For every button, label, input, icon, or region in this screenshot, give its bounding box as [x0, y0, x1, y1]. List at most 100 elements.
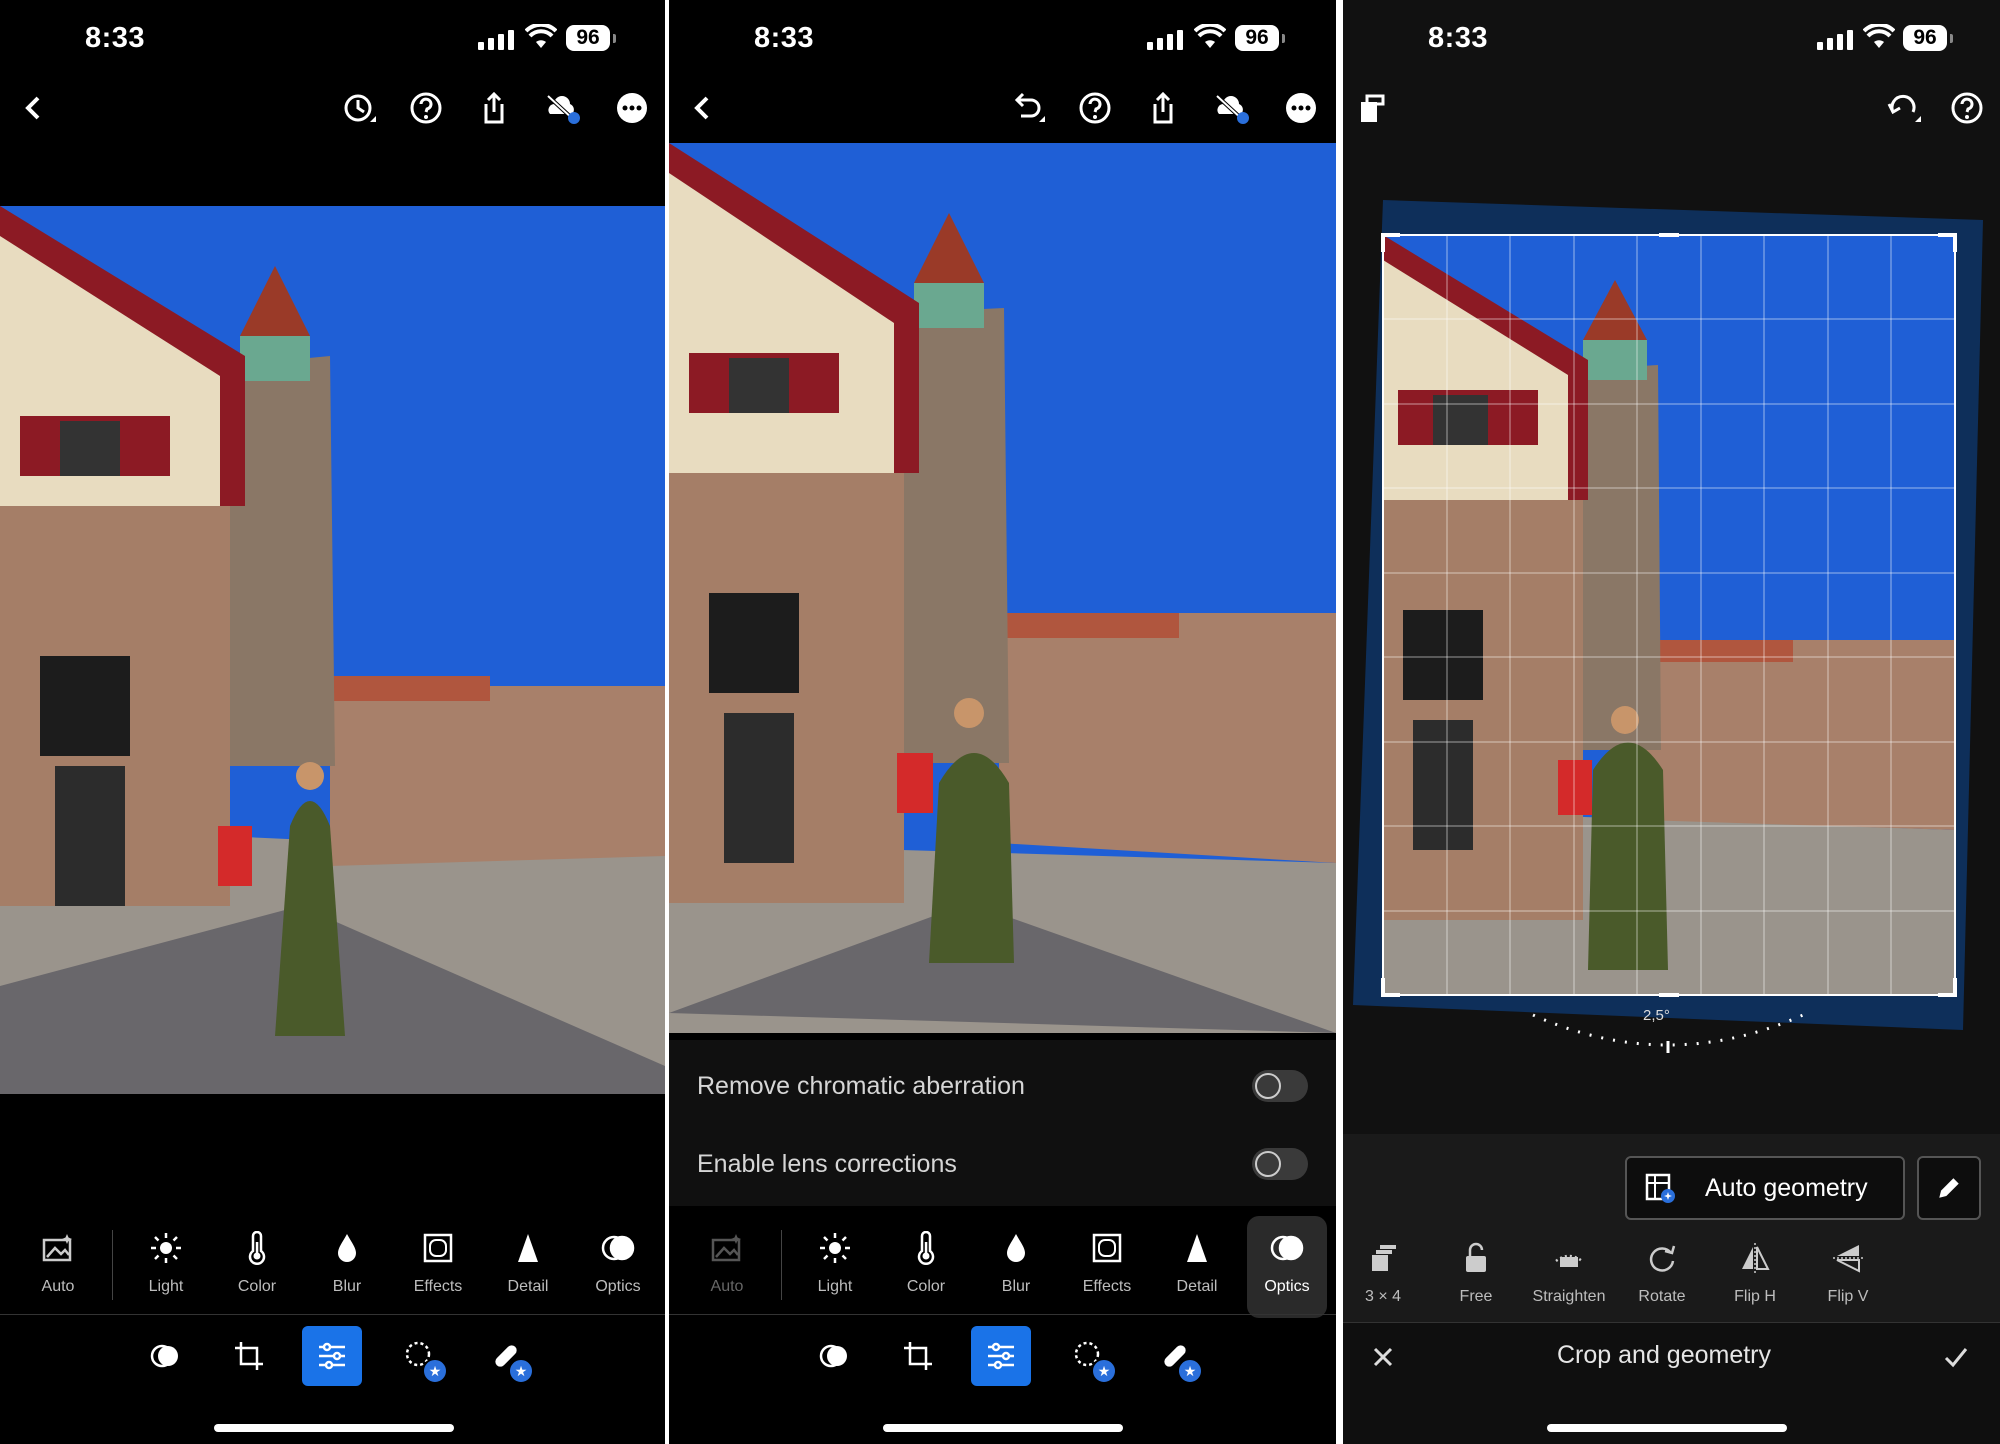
help-icon	[1951, 92, 1983, 124]
aspect-icon	[1372, 1245, 1396, 1271]
healing-button[interactable]: ★	[476, 1326, 536, 1386]
tool-effects-label: Effects	[413, 1278, 463, 1295]
status-bar: 8:33 96	[669, 0, 1336, 80]
reset-button[interactable]	[1883, 88, 1923, 128]
tool-auto[interactable]: Auto	[18, 1226, 98, 1296]
cloud-sync-button[interactable]	[542, 88, 582, 128]
adjust-tools-row: Auto Light Color Blur Effects Detail Opt…	[669, 1216, 1336, 1318]
tool-color[interactable]: Color	[217, 1226, 297, 1296]
tool-flip-h-label: Flip H	[1734, 1288, 1776, 1305]
vignette-icon	[423, 1233, 453, 1263]
wifi-icon	[1863, 24, 1895, 48]
adjust-button[interactable]	[302, 1326, 362, 1386]
tool-light[interactable]: Light	[795, 1226, 875, 1296]
presets-button[interactable]	[135, 1326, 195, 1386]
help-icon	[1079, 92, 1111, 124]
tool-flip-v[interactable]: Flip V	[1808, 1236, 1888, 1306]
help-button[interactable]	[1947, 88, 1987, 128]
crop-button[interactable]	[888, 1326, 948, 1386]
tool-effects-label: Effects	[1082, 1278, 1132, 1295]
tool-effects[interactable]: Effects	[1067, 1226, 1147, 1296]
sun-icon	[151, 1233, 181, 1263]
straighten-dial[interactable]: 2,5°	[1523, 1005, 1813, 1065]
pencil-icon	[1939, 1178, 1959, 1198]
cancel-button[interactable]	[1363, 1337, 1403, 1377]
crop-button[interactable]	[219, 1326, 279, 1386]
tool-rotate-label: Rotate	[1638, 1288, 1686, 1305]
tool-blur[interactable]: Blur	[976, 1226, 1056, 1296]
crop-canvas[interactable]	[1343, 190, 2000, 1060]
auto-geometry-button[interactable]: Auto geometry	[1625, 1156, 1905, 1220]
help-button[interactable]	[1075, 88, 1115, 128]
masking-button[interactable]: ★	[390, 1326, 450, 1386]
adjust-button[interactable]	[971, 1326, 1031, 1386]
photo-preview[interactable]	[669, 143, 1336, 1033]
cellular-signal-icon	[478, 30, 514, 50]
photo-preview[interactable]	[0, 206, 665, 1094]
flip-v-icon	[1833, 1245, 1863, 1273]
cloud-off-icon	[546, 94, 580, 124]
masking-button[interactable]: ★	[1059, 1326, 1119, 1386]
edit-guides-button[interactable]	[1917, 1156, 1981, 1220]
vignette-icon	[1092, 1233, 1122, 1263]
photo-image	[0, 206, 665, 1094]
more-icon	[1286, 93, 1316, 123]
lens-corrections-row: Enable lens corrections	[697, 1148, 1308, 1180]
share-button[interactable]	[474, 88, 514, 128]
home-indicator	[214, 1424, 454, 1432]
straighten-icon	[1555, 1254, 1583, 1267]
share-button[interactable]	[1143, 88, 1183, 128]
auto-icon	[42, 1234, 72, 1262]
rotate-crop-button[interactable]	[1351, 88, 1391, 128]
back-button[interactable]	[14, 88, 54, 128]
undo-button[interactable]	[1007, 88, 1047, 128]
tool-optics[interactable]: Optics	[1247, 1216, 1327, 1318]
auto-icon	[711, 1234, 741, 1262]
tool-flip-h[interactable]: Flip H	[1715, 1236, 1795, 1306]
screen-edit-light: 8:33 96 Auto Light Color Blur Effects De…	[0, 0, 665, 1444]
straighten-angle: 2,5°	[1643, 1007, 1670, 1024]
tool-aspect[interactable]: 3 × 4	[1343, 1236, 1423, 1306]
tool-auto[interactable]: Auto	[687, 1226, 767, 1296]
more-button[interactable]	[1281, 88, 1321, 128]
lens-corrections-toggle[interactable]	[1252, 1148, 1308, 1180]
tool-light[interactable]: Light	[126, 1226, 206, 1296]
tool-light-label: Light	[817, 1278, 853, 1295]
tool-effects[interactable]: Effects	[398, 1226, 478, 1296]
crop-title: Crop and geometry	[1557, 1341, 1772, 1369]
tool-color-label: Color	[906, 1278, 946, 1295]
presets-button[interactable]	[804, 1326, 864, 1386]
healing-button[interactable]: ★	[1145, 1326, 1205, 1386]
screen-crop-geometry: 8:33 96 2,5° Auto geometry 3 × 4 Free St…	[1343, 0, 2000, 1444]
wifi-icon	[525, 24, 557, 48]
tool-rotate[interactable]: Rotate	[1622, 1236, 1702, 1306]
sun-icon	[820, 1233, 850, 1263]
tool-straighten[interactable]: Straighten	[1529, 1236, 1609, 1306]
more-button[interactable]	[612, 88, 652, 128]
photo-image	[1353, 200, 1983, 1030]
help-button[interactable]	[406, 88, 446, 128]
optics-panel: Remove chromatic aberration Enable lens …	[669, 1040, 1336, 1206]
tool-detail[interactable]: Detail	[1157, 1226, 1237, 1296]
tool-detail[interactable]: Detail	[488, 1226, 568, 1296]
chromatic-aberration-toggle[interactable]	[1252, 1070, 1308, 1102]
tool-blur-label: Blur	[332, 1278, 362, 1295]
tool-optics[interactable]: Optics	[578, 1226, 658, 1296]
help-icon	[410, 92, 442, 124]
status-time: 8:33	[85, 22, 146, 54]
cellular-signal-icon	[1147, 30, 1183, 50]
sliders-icon	[988, 1342, 1014, 1370]
confirm-button[interactable]	[1936, 1337, 1976, 1377]
tool-free[interactable]: Free	[1436, 1236, 1516, 1306]
crop-icon	[235, 1342, 263, 1370]
tool-detail-label: Detail	[507, 1278, 549, 1295]
presets-icon	[819, 1344, 847, 1368]
status-time: 8:33	[1428, 22, 1489, 54]
home-indicator	[1547, 1424, 1787, 1432]
history-button[interactable]	[338, 88, 378, 128]
back-button[interactable]	[683, 88, 723, 128]
tool-color[interactable]: Color	[886, 1226, 966, 1296]
tool-optics-label: Optics	[1264, 1278, 1310, 1295]
tool-blur[interactable]: Blur	[307, 1226, 387, 1296]
cloud-sync-button[interactable]	[1211, 88, 1251, 128]
